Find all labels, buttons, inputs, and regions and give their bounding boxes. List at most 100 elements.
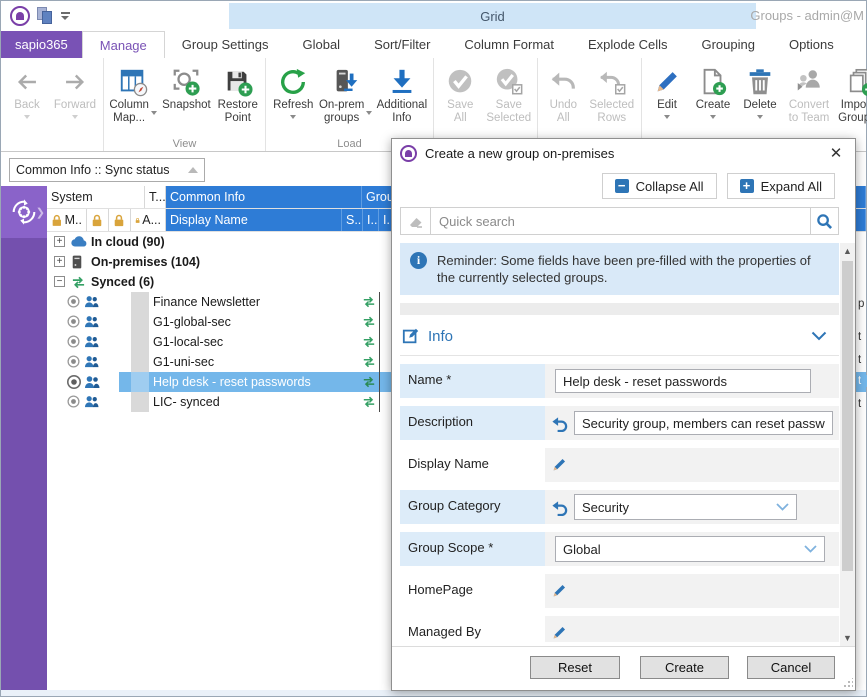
save-all-button[interactable]: Save All: [437, 64, 484, 124]
delete-button[interactable]: Delete: [737, 64, 783, 119]
radio-icon[interactable]: [67, 315, 80, 331]
tab-grouping[interactable]: Grouping: [684, 31, 771, 58]
column-header-s[interactable]: S...: [342, 209, 363, 231]
convert-to-team-button[interactable]: Convert to Team: [783, 64, 835, 124]
pencil-icon[interactable]: [551, 583, 567, 599]
tab-global[interactable]: Global: [285, 31, 357, 58]
column-header-system[interactable]: System: [47, 186, 145, 208]
create-button[interactable]: Create: [689, 64, 737, 119]
cancel-button[interactable]: Cancel: [747, 656, 835, 679]
column-map-button[interactable]: Column Map...: [107, 64, 159, 124]
eraser-icon: [408, 214, 424, 228]
reset-button[interactable]: Reset: [530, 656, 620, 679]
grid-line: [379, 292, 380, 312]
undo-value-icon[interactable]: [551, 415, 568, 432]
field-value-display-name[interactable]: [545, 448, 839, 482]
collapse-all-icon: −: [615, 179, 629, 193]
rail-settings-button[interactable]: ❯: [1, 186, 47, 238]
clipped-cell-text: t: [858, 354, 867, 366]
expand-all-button[interactable]: + Expand All: [727, 173, 835, 199]
search-button[interactable]: [810, 208, 838, 234]
info-section-header[interactable]: Info: [400, 315, 839, 356]
back-button[interactable]: Back: [4, 64, 50, 119]
collapse-all-button[interactable]: − Collapse All: [602, 173, 717, 199]
pencil-icon[interactable]: [551, 457, 567, 473]
undo-value-icon[interactable]: [551, 499, 568, 516]
tab-group-settings[interactable]: Group Settings: [165, 31, 286, 58]
radio-icon[interactable]: [67, 355, 80, 371]
save-selected-button[interactable]: Save Selected: [484, 64, 534, 124]
column-header-i1[interactable]: I...: [363, 209, 379, 231]
column-header-t[interactable]: T...: [145, 186, 166, 208]
session-account-label: Groups - admin@M: [750, 8, 864, 23]
chevron-down-icon: [776, 503, 789, 511]
create-button[interactable]: Create: [640, 656, 729, 679]
column-header-locked-2[interactable]: [109, 209, 131, 231]
tab-options[interactable]: Options: [772, 31, 851, 58]
radio-icon-selected[interactable]: [67, 375, 81, 392]
gear-sync-icon: [9, 197, 39, 227]
pencil-icon[interactable]: [551, 625, 567, 641]
field-label-group-category: Group Category: [400, 490, 545, 524]
tab-session[interactable]: Session: [851, 31, 867, 58]
column-header-locked-1[interactable]: [87, 209, 109, 231]
scrollbar-thumb[interactable]: [842, 261, 853, 571]
field-value-homepage[interactable]: [545, 574, 839, 608]
group-people-icon: [84, 295, 99, 311]
sync-status-icon: [362, 315, 376, 331]
column-header-locked-a[interactable]: A...: [131, 209, 166, 231]
refresh-button[interactable]: Refresh: [269, 64, 318, 119]
quick-search-input[interactable]: [431, 208, 810, 234]
tab-column-format[interactable]: Column Format: [447, 31, 571, 58]
import-groups-button[interactable]: Import Groups: [835, 64, 867, 124]
restore-point-button[interactable]: Restore Point: [214, 64, 262, 124]
expand-plus-icon[interactable]: +: [54, 236, 65, 247]
scroll-up-icon[interactable]: ▲: [840, 243, 855, 259]
grid-line: [379, 312, 380, 332]
clear-search-button[interactable]: [401, 208, 431, 234]
additional-info-button[interactable]: Additional Info: [374, 64, 430, 124]
collapse-minus-icon[interactable]: −: [54, 276, 65, 287]
field-label-name: Name *: [400, 364, 545, 398]
tab-sapio365[interactable]: sapio365: [1, 31, 82, 58]
scroll-down-icon[interactable]: ▼: [840, 630, 855, 646]
dialog-footer: Reset Create Cancel: [392, 646, 855, 690]
resize-grip[interactable]: [843, 678, 853, 688]
radio-icon[interactable]: [67, 335, 80, 351]
field-row-name: Name *: [400, 364, 839, 398]
tab-explode-cells[interactable]: Explode Cells: [571, 31, 685, 58]
edit-button[interactable]: Edit: [645, 64, 689, 119]
group-category-select[interactable]: Security: [574, 494, 797, 520]
group-scope-select[interactable]: Global: [555, 536, 825, 562]
radio-icon[interactable]: [67, 395, 80, 411]
snapshot-icon: [171, 65, 201, 99]
radio-icon[interactable]: [67, 295, 80, 311]
name-input[interactable]: [555, 369, 811, 393]
column-header-locked-m[interactable]: M..: [47, 209, 87, 231]
dialog-scrollbar[interactable]: ▲ ▼: [840, 243, 855, 646]
undo-all-button[interactable]: Undo All: [541, 64, 586, 124]
tab-sort-filter[interactable]: Sort/Filter: [357, 31, 447, 58]
delete-trash-icon: [745, 65, 775, 99]
field-value-managed-by[interactable]: [545, 616, 839, 642]
close-icon[interactable]: ✕: [825, 142, 847, 164]
column-header-display-name[interactable]: Display Name: [166, 209, 342, 231]
undo-selected-rows-button[interactable]: Selected Rows: [586, 64, 638, 124]
sapio365-logo-icon: [400, 145, 417, 162]
forward-button[interactable]: Forward: [50, 64, 100, 119]
description-input[interactable]: [574, 411, 833, 435]
onprem-groups-button[interactable]: On-prem groups: [318, 64, 374, 124]
snapshot-button[interactable]: Snapshot: [159, 64, 213, 112]
qat-customize-icon[interactable]: [61, 12, 70, 20]
view-selector-combo[interactable]: Common Info :: Sync status: [9, 158, 205, 182]
column-header-common-info[interactable]: Common Info: [166, 186, 362, 208]
sync-status-icon: [362, 375, 376, 391]
row-cell: [131, 372, 149, 392]
clipped-cell-text: t: [858, 331, 867, 343]
dialog-title: Create a new group on-premises: [425, 146, 614, 161]
ribbon-group-nav: Back Forward: [1, 58, 104, 151]
grid-line: [379, 372, 380, 392]
window-layout-icon[interactable]: [37, 7, 53, 25]
expand-plus-icon[interactable]: +: [54, 256, 65, 267]
tab-manage[interactable]: Manage: [82, 31, 165, 58]
